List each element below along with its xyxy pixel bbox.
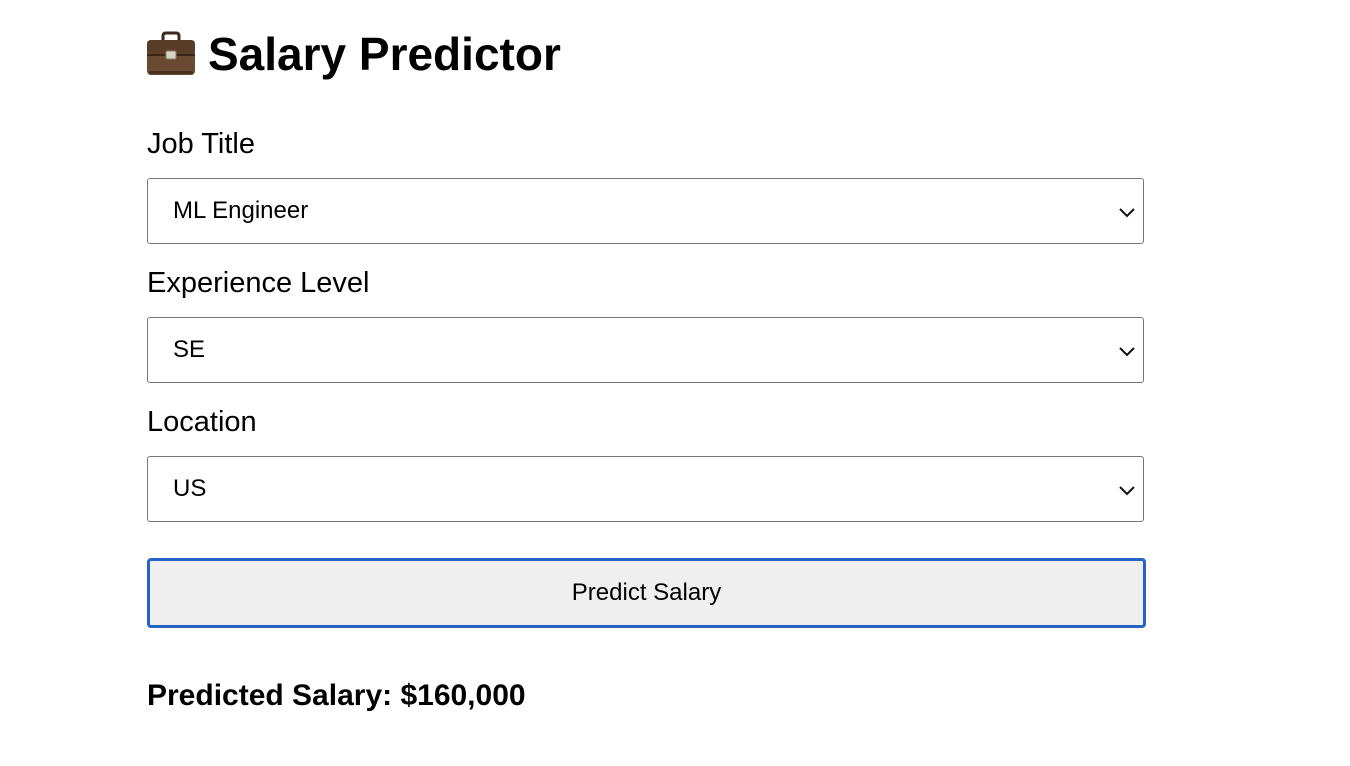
briefcase-icon — [146, 31, 196, 77]
page-title: Salary Predictor — [208, 28, 561, 80]
job-title-label: Job Title — [147, 128, 255, 160]
salary-predictor-page: Salary Predictor Job Title ML Engineer E… — [0, 0, 1350, 766]
location-select[interactable]: US — [147, 456, 1144, 522]
location-label: Location — [147, 406, 257, 438]
experience-level-label: Experience Level — [147, 267, 370, 299]
predicted-salary-result: Predicted Salary: $160,000 — [147, 679, 526, 712]
job-title-selected-value: ML Engineer — [173, 197, 309, 224]
predict-salary-button[interactable]: Predict Salary — [147, 558, 1146, 628]
job-title-select[interactable]: ML Engineer — [147, 178, 1144, 244]
chevron-down-icon — [1118, 483, 1136, 496]
page-header: Salary Predictor — [146, 26, 561, 82]
chevron-down-icon — [1118, 344, 1136, 357]
location-selected-value: US — [173, 475, 207, 502]
experience-level-select[interactable]: SE — [147, 317, 1144, 383]
experience-level-selected-value: SE — [173, 336, 206, 363]
chevron-down-icon — [1118, 205, 1136, 218]
